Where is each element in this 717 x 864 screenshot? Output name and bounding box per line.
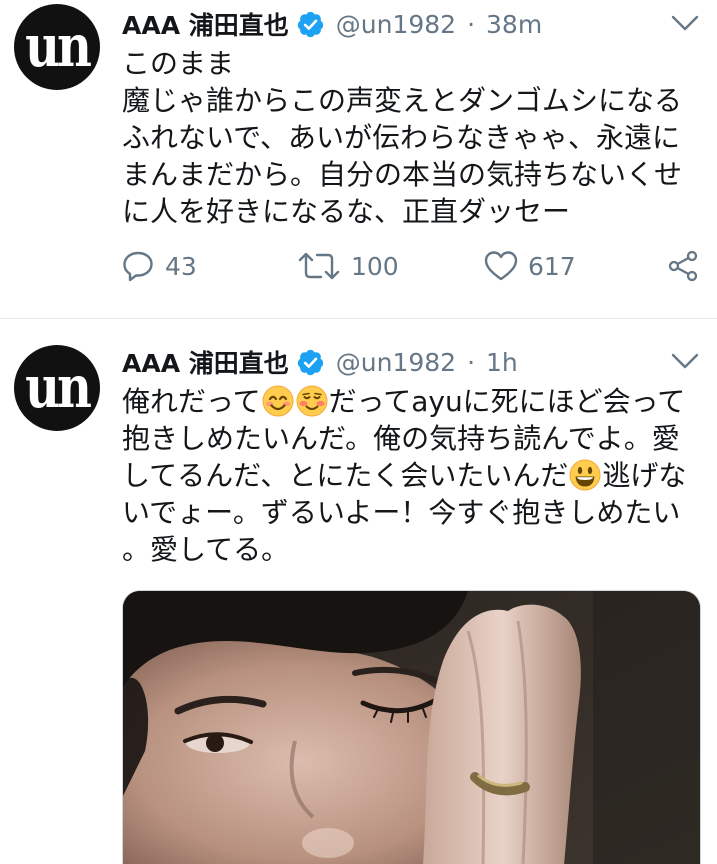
tweet-text-line: 俺れだって だってayuに死にほど会って: [122, 383, 712, 420]
author-name[interactable]: AAA 浦田直也: [122, 345, 289, 379]
tweet[interactable]: un AAA 浦田直也 @un1982 · 1h 俺れだって だってayuに死に…: [0, 319, 717, 864]
tweet-text-line: してるんだ、とにたく会いたいんだ 逃げな: [122, 457, 712, 494]
tweet-text-line: に人を好きになるな、正直ダッセー: [122, 193, 712, 230]
author-handle[interactable]: @un1982: [336, 348, 456, 377]
smiling-face-with-smiling-eyes-emoji-icon: [262, 385, 294, 417]
text-segment: 逃げな: [602, 459, 687, 492]
tweet-text-line: 。愛してる。: [122, 531, 712, 568]
tweet-text-line: 魔じゃ誰からこの声変えとダンゴムシになる: [122, 82, 712, 119]
verified-badge-icon: [297, 349, 323, 375]
share-button[interactable]: [666, 247, 700, 285]
text-segment: 抱きしめたいんだ。俺の気持ち読んでよ。愛: [122, 422, 680, 455]
tweet-actions: 43 100 617: [0, 247, 717, 285]
like-count: 617: [528, 251, 576, 281]
timeline: un AAA 浦田直也 @un1982 · 38m このまま 魔じゃ誰からこの声…: [0, 0, 717, 864]
retweet-count: 100: [351, 251, 399, 281]
text-segment: だってayuに死にほど会って: [328, 385, 686, 418]
tweet-header: AAA 浦田直也 @un1982 · 1h: [122, 345, 662, 379]
tweet-header: AAA 浦田直也 @un1982 · 38m: [122, 7, 662, 41]
heart-icon: [484, 251, 518, 281]
tweet-text: 俺れだって だってayuに死にほど会って 抱きしめたいんだ。俺の気持ち読んでよ。…: [122, 383, 712, 568]
avatar-logo: un: [25, 354, 92, 422]
text-segment: に人を好きになるな、正直ダッセー: [122, 195, 571, 228]
chevron-down-icon[interactable]: [670, 12, 700, 34]
tweet-timestamp[interactable]: 38m: [486, 10, 542, 39]
smiling-face-emoji-icon: [296, 385, 328, 417]
text-segment: ふれないで、あいが伝わらなきゃゃ、永遠に: [122, 121, 681, 154]
tweet-text: このまま 魔じゃ誰からこの声変えとダンゴムシになる ふれないで、あいが伝わらなき…: [122, 45, 712, 230]
avatar-logo: un: [25, 13, 92, 81]
text-segment: してるんだ、とにたく会いたいんだ: [122, 459, 569, 492]
author-handle[interactable]: @un1982: [336, 10, 456, 39]
tweet-text-line: このまま: [122, 45, 712, 82]
tweet-timestamp[interactable]: 1h: [486, 348, 518, 377]
like-button[interactable]: 617: [484, 247, 576, 285]
avatar[interactable]: un: [14, 4, 100, 90]
reply-icon: [123, 251, 153, 282]
author-name[interactable]: AAA 浦田直也: [122, 7, 289, 41]
retweet-button[interactable]: 100: [297, 247, 399, 285]
tweet-photo[interactable]: [122, 590, 701, 864]
reply-count: 43: [165, 251, 197, 281]
text-segment: 魔じゃ誰からこの声変えとダンゴムシになる: [122, 84, 683, 117]
chevron-down-icon[interactable]: [670, 350, 700, 372]
separator-dot: ·: [467, 347, 476, 377]
grinning-face-with-big-eyes-emoji-icon: [569, 459, 601, 491]
share-icon: [668, 250, 698, 282]
text-segment: いでょー。ずるいよー！今すぐ抱きしめたい: [122, 496, 681, 529]
tweet-text-line: 抱きしめたいんだ。俺の気持ち読んでよ。愛: [122, 420, 712, 457]
tweet-text-line: まんまだから。自分の本当の気持ちないくせ: [122, 156, 712, 193]
tweet[interactable]: un AAA 浦田直也 @un1982 · 38m このまま 魔じゃ誰からこの声…: [0, 0, 717, 318]
retweet-icon: [298, 252, 340, 280]
verified-badge-icon: [297, 11, 323, 37]
tweet-text-line: ふれないで、あいが伝わらなきゃゃ、永遠に: [122, 119, 712, 156]
text-segment: まんまだから。自分の本当の気持ちないくせ: [122, 158, 683, 191]
avatar[interactable]: un: [14, 345, 100, 431]
tweet-text-line: いでょー。ずるいよー！今すぐ抱きしめたい: [122, 494, 712, 531]
reply-button[interactable]: 43: [121, 247, 197, 285]
text-segment: 。愛してる。: [122, 533, 290, 566]
text-segment: このまま: [122, 47, 235, 80]
photo-image: [123, 591, 700, 864]
text-segment: 俺れだって: [122, 385, 261, 418]
separator-dot: ·: [467, 9, 476, 39]
